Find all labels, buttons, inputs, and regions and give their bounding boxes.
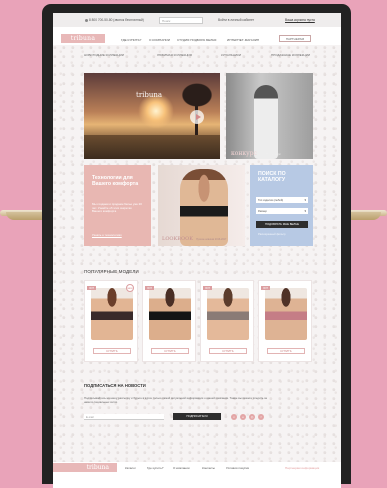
product-photo — [207, 288, 249, 340]
category-bar: НОВОГОДНИЕ КОЛЛЕКЦИИ ЛЮБИМАЯ КОЛЛЕКЦИЯ К… — [53, 51, 341, 59]
search-input[interactable]: Поиск — [159, 16, 203, 24]
catalog-search: ПОИСК ПО КАТАЛОГУ Тип изделия (любой) Ра… — [250, 165, 313, 246]
tech-title: Технологии для Вашего комфорта — [92, 175, 139, 187]
hero-video[interactable]: tribuna — [84, 73, 220, 159]
play-icon[interactable] — [190, 110, 204, 124]
new-badge: NEW — [126, 284, 134, 292]
logo[interactable]: tribuna — [61, 34, 105, 43]
tech-more-link[interactable]: Узнать о технологиях — [92, 233, 122, 237]
partners-button[interactable]: ПАРТНЕРАМ — [279, 35, 311, 42]
footer-contacts[interactable]: Контакты — [202, 466, 215, 470]
advanced-filter-link[interactable]: Расширенный фильтр — [258, 233, 286, 236]
contest-banner[interactable]: конкурс фотоконкурс — [226, 73, 313, 159]
buy-button[interactable]: КУПИТЬ — [267, 348, 305, 354]
footer: tribuna Каталог Где купить? О компании К… — [53, 462, 341, 488]
nav-about[interactable]: О КОМПАНИИ — [149, 38, 170, 42]
newsletter-section: ПОДПИСАТЬСЯ НА НОВОСТИ Подписывайтесь на… — [53, 373, 341, 435]
footer-catalog[interactable]: Каталог — [125, 466, 136, 470]
hit-badge: ХИТ — [145, 286, 154, 290]
hit-badge: ХИТ — [261, 286, 270, 290]
nav-where-to-buy[interactable]: ГДЕ КУПИТЬ? — [121, 38, 141, 42]
lookbook-model-photo — [180, 169, 228, 246]
lookbook-banner[interactable]: LOOKBOOK Лучшие новинки 2016-2017 — [158, 165, 245, 246]
catalog-title: ПОИСК ПО КАТАЛОГУ — [258, 171, 286, 183]
product-card[interactable]: ХИТ КУПИТЬ — [142, 280, 196, 362]
website-screen: 8 800 700-50-80 (звонок бесплатный) Поис… — [53, 13, 341, 488]
product-list: ХИТ NEW КУПИТЬ ХИТ КУПИТЬ ХИТ КУПИТЬ ХИТ… — [84, 280, 313, 362]
buy-button[interactable]: КУПИТЬ — [93, 348, 131, 354]
category-new-year[interactable]: НОВОГОДНИЕ КОЛЛЕКЦИИ — [84, 53, 124, 57]
cart-link[interactable]: Ваша корзина пуста — [285, 18, 315, 22]
login-link[interactable]: Войти в личный кабинет — [218, 18, 254, 22]
product-type-select[interactable]: Тип изделия (любой) — [256, 197, 308, 203]
buy-button[interactable]: КУПИТЬ — [151, 348, 189, 354]
footer-purchase-terms[interactable]: Условия покупки — [226, 466, 249, 470]
product-photo — [149, 288, 191, 340]
hit-badge: ХИТ — [203, 286, 212, 290]
ok-icon[interactable]: o — [240, 414, 246, 420]
hero-ground — [84, 135, 220, 159]
category-swimwear[interactable]: КУПАЛЬНИКИ — [221, 53, 241, 57]
buy-button[interactable]: КУПИТЬ — [209, 348, 247, 354]
newsletter-title: ПОДПИСАТЬСЯ НА НОВОСТИ — [84, 383, 146, 388]
instagram-icon[interactable]: ◎ — [249, 414, 255, 420]
email-input[interactable]: E-mail — [84, 414, 164, 420]
product-card[interactable]: ХИТ КУПИТЬ — [200, 280, 254, 362]
product-photo — [265, 288, 307, 340]
product-card[interactable]: ХИТ КУПИТЬ — [258, 280, 312, 362]
find-underwear-button[interactable]: ПОДОБРАТЬ МНЕ БЕЛЬЕ — [256, 221, 308, 228]
nav-online-store[interactable]: ИНТЕРНЕТ-МАГАЗИН — [227, 38, 259, 42]
vk-icon[interactable]: v — [231, 414, 237, 420]
tech-text: Мы создаем и продаем белье уже 20 лет. У… — [92, 202, 142, 214]
lookbook-label: LOOKBOOK — [162, 236, 193, 242]
phone-number[interactable]: 8 800 700-50-80 (звонок бесплатный) — [85, 18, 144, 22]
hit-badge: ХИТ — [87, 286, 96, 290]
footer-partners-link[interactable]: Партнерам информация — [285, 466, 319, 470]
contest-sub: фотоконкурс — [266, 153, 281, 156]
subscribe-button[interactable]: ПОДПИСАТЬСЯ — [173, 413, 221, 420]
hero-brand: tribuna — [136, 91, 163, 99]
footer-about[interactable]: О компании — [173, 466, 190, 470]
product-card[interactable]: ХИТ NEW КУПИТЬ — [84, 280, 138, 362]
footer-logo[interactable]: tribuna — [53, 463, 117, 472]
contest-label: конкурс — [231, 150, 257, 157]
nav-fitting-studio[interactable]: СТУДИЯ ПОДБОРА БЕЛЬЯ — [177, 38, 216, 42]
category-favorite[interactable]: ЛЮБИМАЯ КОЛЛЕКЦИЯ — [157, 53, 192, 57]
facebook-icon[interactable]: f — [258, 414, 264, 420]
contest-photo — [254, 85, 278, 159]
size-select[interactable]: Размер — [256, 208, 308, 214]
newsletter-text: Подписывайтесь на нашу рассылку и будьте… — [84, 396, 267, 404]
phone-icon — [85, 18, 88, 22]
product-photo — [91, 288, 133, 340]
footer-where-to-buy[interactable]: Где купить? — [147, 466, 163, 470]
lookbook-sub: Лучшие новинки 2016-2017 — [196, 238, 227, 241]
popular-title: ПОПУЛЯРНЫЕ МОДЕЛИ — [84, 269, 139, 274]
top-bar: 8 800 700-50-80 (звонок бесплатный) Поис… — [53, 13, 341, 27]
category-sale[interactable]: ПРОДАЖНЫЕ КОЛЛЕКЦИИ — [271, 53, 310, 57]
tech-banner[interactable]: Технологии для Вашего комфорта Мы создае… — [84, 165, 151, 246]
